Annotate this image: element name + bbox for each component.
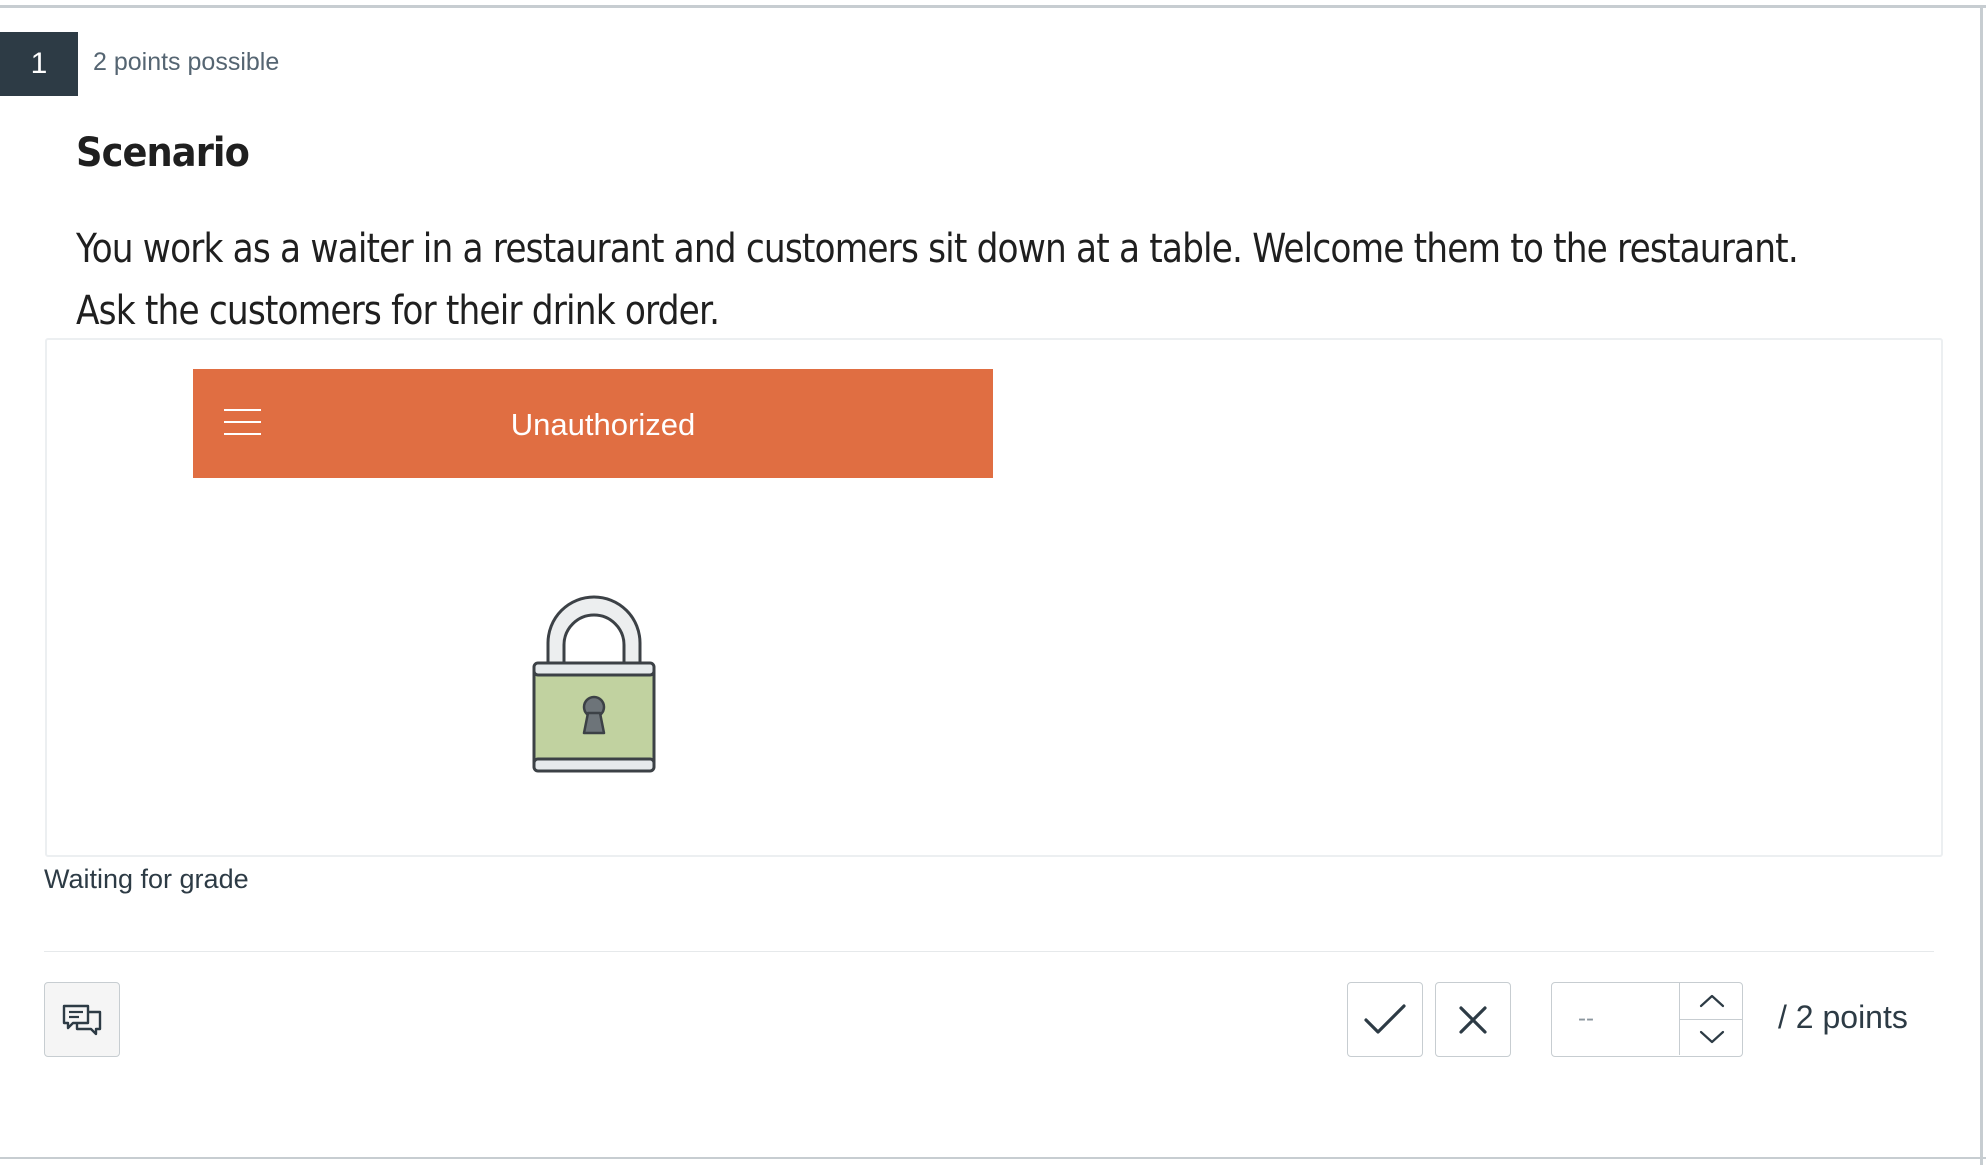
comment-button[interactable]	[44, 982, 120, 1057]
scenario-heading: Scenario	[76, 130, 250, 176]
embed-header-bar: Unauthorized	[193, 369, 993, 478]
score-stepper	[1551, 982, 1743, 1057]
padlock-icon	[532, 595, 656, 773]
checkmark-icon	[1364, 1003, 1406, 1034]
scenario-text: You work as a waiter in a restaurant and…	[76, 226, 1799, 334]
increment-button[interactable]	[1680, 983, 1743, 1020]
decrement-button[interactable]	[1680, 1019, 1743, 1055]
right-border	[1980, 5, 1983, 1165]
chevron-up-icon	[1699, 994, 1724, 1008]
points-possible-label: 2 points possible	[93, 48, 280, 76]
score-input[interactable]	[1552, 983, 1678, 1055]
embed-header-title: Unauthorized	[510, 407, 696, 442]
x-icon	[1459, 1005, 1487, 1034]
divider	[44, 951, 1934, 952]
comment-icon	[62, 1004, 102, 1035]
mark-correct-button[interactable]	[1347, 982, 1423, 1057]
embedded-content-frame: Unauthorized Access Denied	[45, 338, 1943, 857]
grade-status: Waiting for grade	[44, 864, 249, 894]
points-total-label: / 2 points	[1778, 999, 1908, 1035]
bottom-border	[0, 1157, 1986, 1159]
access-denied-heading-partial: Access Denied	[415, 802, 1064, 822]
stepper-controls	[1679, 983, 1743, 1055]
chevron-down-icon	[1699, 1030, 1724, 1044]
top-border	[0, 5, 1986, 8]
mark-incorrect-button[interactable]	[1435, 982, 1511, 1057]
question-number-badge: 1	[0, 32, 78, 96]
